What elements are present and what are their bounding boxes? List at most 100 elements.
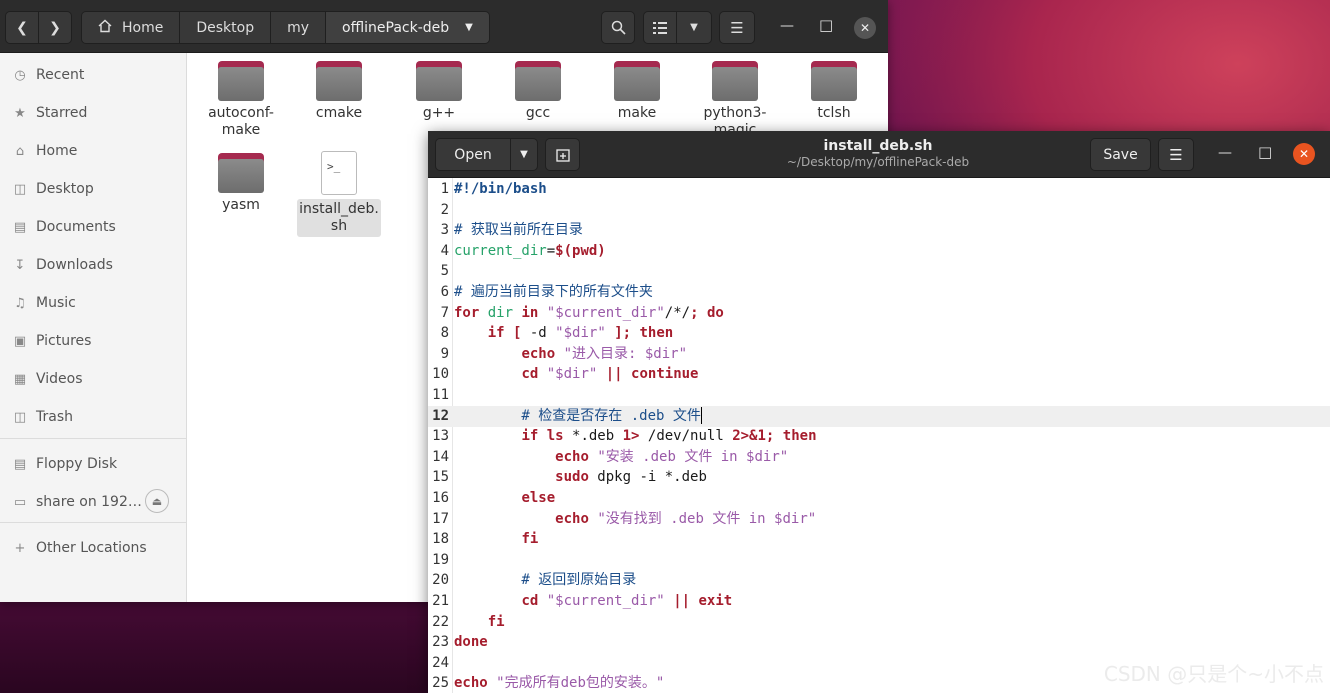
sidebar-item-downloads[interactable]: ↧ Downloads — [12, 255, 113, 275]
code-line[interactable]: 3 # 获取当前所在目录 — [428, 220, 1330, 241]
sidebar-item-home[interactable]: ⌂ Home — [12, 141, 77, 161]
code-line[interactable]: 10 cd "$dir" || continue — [428, 364, 1330, 385]
folder-item[interactable]: autoconf- make — [191, 55, 291, 139]
download-icon: ↧ — [14, 257, 26, 273]
breadcrumb-home[interactable]: Home — [82, 12, 181, 43]
code-line[interactable]: 17 echo "没有找到 .deb 文件 in $dir" — [428, 509, 1330, 530]
line-number: 16 — [432, 490, 449, 506]
line-number: 14 — [432, 448, 449, 465]
script-file-item[interactable]: >_ install_deb. sh — [289, 147, 389, 237]
code-line[interactable]: 22 fi — [428, 612, 1330, 633]
maximize-button[interactable]: □ — [1258, 143, 1272, 161]
code-line[interactable]: 14 echo "安装 .deb 文件 in $dir" — [428, 447, 1330, 468]
eject-button[interactable]: ⏏ — [145, 489, 169, 513]
code-text: cd "$dir" || continue — [521, 366, 699, 383]
sidebar-item-floppy-disk[interactable]: ▤ Floppy Disk — [12, 454, 117, 474]
folder-icon — [218, 153, 264, 193]
line-number: 4 — [440, 242, 449, 259]
desktop-icon: ◫ — [13, 181, 27, 197]
sidebar-item-recent[interactable]: ◷ Recent — [12, 65, 84, 85]
folder-item[interactable]: g++ — [389, 55, 489, 122]
code-line[interactable]: 8 if [ -d "$dir" ]; then — [428, 323, 1330, 344]
code-line[interactable]: 18 fi — [428, 529, 1330, 550]
editor-menu-button[interactable]: ☰ — [1158, 138, 1194, 171]
code-line[interactable]: 6 # 遍历当前目录下的所有文件夹 — [428, 282, 1330, 303]
line-number: 20 — [432, 572, 449, 589]
code-line[interactable]: 13 if ls *.deb 1> /dev/null 2>&1; then — [428, 426, 1330, 447]
code-line[interactable]: 19 — [428, 550, 1330, 571]
folder-item[interactable]: tclsh — [784, 55, 884, 122]
forward-button[interactable]: ❯ — [38, 11, 72, 44]
sidebar-item-network-share[interactable]: ▭ share on 192… — [12, 492, 142, 512]
trash-icon: ◫ — [13, 409, 27, 425]
code-text: cd "$current_dir" || exit — [521, 593, 733, 609]
code-text: for dir in "$current_dir"/*/; do — [454, 304, 724, 321]
new-tab-button[interactable] — [545, 138, 580, 171]
folder-item[interactable]: gcc — [488, 55, 588, 122]
search-button[interactable] — [601, 11, 635, 44]
back-button[interactable]: ❮ — [5, 11, 39, 44]
search-icon — [611, 20, 626, 35]
breadcrumb-desktop[interactable]: Desktop — [180, 12, 272, 43]
code-line[interactable]: 21 cd "$current_dir" || exit — [428, 591, 1330, 612]
code-editor[interactable]: 1 #!/bin/bash 2 3 # 获取当前所在目录 4 current_dir=$(p… — [428, 178, 1330, 693]
code-line[interactable]: 1 #!/bin/bash — [428, 179, 1330, 200]
sidebar-item-desktop[interactable]: ◫ Desktop — [12, 179, 94, 199]
caret-down-icon: ▼ — [520, 149, 528, 160]
code-line[interactable]: 4 current_dir=$(pwd) — [428, 241, 1330, 262]
line-number: 5 — [440, 263, 449, 280]
open-button[interactable]: Open — [435, 138, 511, 171]
line-number: 8 — [440, 325, 449, 342]
caret-down-icon: ▼ — [465, 22, 473, 33]
breadcrumb-current[interactable]: offlinePack-deb ▼ — [326, 12, 489, 43]
line-number: 22 — [432, 613, 449, 630]
list-view-button[interactable] — [643, 11, 677, 44]
line-number: 11 — [432, 387, 449, 403]
sidebar-item-trash[interactable]: ◫ Trash — [12, 407, 73, 427]
sidebar-item-starred[interactable]: ★ Starred — [12, 103, 87, 123]
close-icon: ✕ — [859, 21, 871, 35]
view-options-button[interactable]: ▼ — [676, 11, 712, 44]
editor-close-button[interactable]: ✕ — [1293, 143, 1315, 165]
code-line[interactable]: 7 for dir in "$current_dir"/*/; do — [428, 303, 1330, 324]
file-name: gcc — [525, 105, 551, 121]
folder-item[interactable]: make — [587, 55, 687, 122]
sidebar-item-documents[interactable]: ▤ Documents — [12, 217, 116, 237]
folder-icon — [218, 61, 264, 101]
code-line[interactable]: 20 # 返回到原始目录 — [428, 570, 1330, 591]
star-icon: ★ — [14, 105, 26, 121]
folder-icon — [515, 61, 561, 101]
code-line[interactable]: 5 — [428, 261, 1330, 282]
code-line[interactable]: 2 — [428, 200, 1330, 221]
minimize-button[interactable]: — — [780, 18, 794, 34]
code-text: # 返回到原始目录 — [454, 572, 637, 589]
code-text: echo "完成所有deb包的安装。" — [454, 675, 665, 692]
folder-item[interactable]: python3- magic — [685, 55, 785, 139]
code-line[interactable]: 23 done — [428, 632, 1330, 653]
code-text: # 遍历当前目录下的所有文件夹 — [454, 284, 653, 300]
code-line[interactable]: 16 else — [428, 488, 1330, 509]
maximize-button[interactable]: □ — [819, 16, 833, 34]
save-button[interactable]: Save — [1090, 138, 1151, 171]
sidebar-item-other-locations[interactable]: + Other Locations — [12, 538, 147, 558]
code-line[interactable]: 9 echo "进入目录: $dir" — [428, 344, 1330, 365]
sidebar-item-videos[interactable]: ▦ Videos — [12, 369, 83, 389]
sidebar-item-pictures[interactable]: ▣ Pictures — [12, 331, 92, 351]
line-number: 7 — [440, 304, 449, 321]
code-text: if [ -d "$dir" ]; then — [487, 325, 674, 342]
folder-item[interactable]: cmake — [289, 55, 389, 122]
files-menu-button[interactable]: ☰ — [719, 11, 755, 44]
chevron-left-icon: ❮ — [16, 19, 28, 36]
code-line[interactable]: 15 sudo dpkg -i *.deb — [428, 467, 1330, 488]
plus-icon: + — [14, 540, 26, 556]
files-close-button[interactable]: ✕ — [854, 17, 876, 39]
document-title: install_deb.sh — [823, 138, 933, 154]
folder-item[interactable]: yasm — [191, 147, 291, 214]
breadcrumb-my[interactable]: my — [271, 12, 327, 43]
open-recent-dropdown[interactable]: ▼ — [510, 138, 538, 171]
sidebar-item-music[interactable]: ♫ Music — [12, 293, 76, 313]
minimize-button[interactable]: — — [1218, 145, 1232, 161]
code-line[interactable]: 12 # 检查是否存在 .deb 文件 — [428, 405, 1330, 427]
code-line[interactable]: 11 — [428, 385, 1330, 406]
hamburger-icon: ☰ — [1169, 145, 1183, 164]
